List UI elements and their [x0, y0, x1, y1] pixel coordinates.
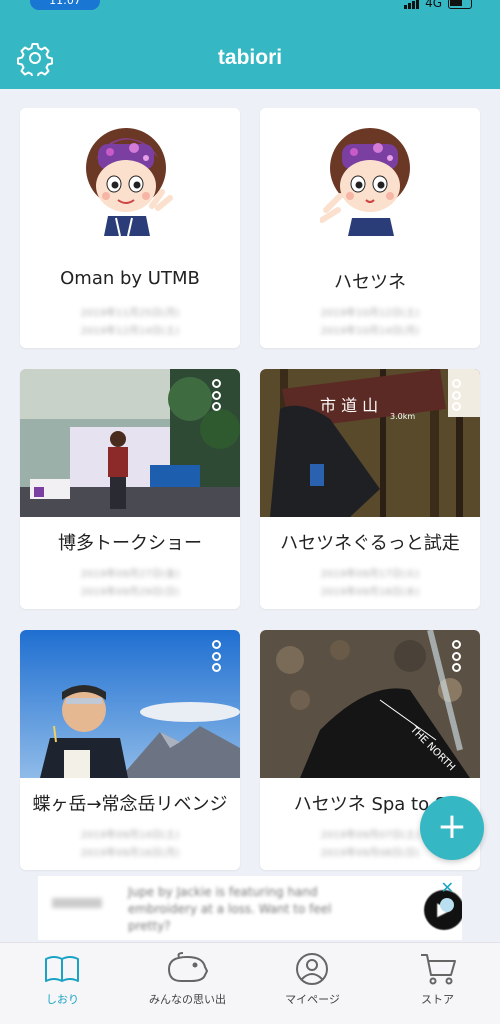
status-bar: 11:07 4G	[0, 0, 500, 12]
trip-title: ハセツネ	[334, 272, 406, 293]
trip-start-date: 2019年09月27日(金)	[80, 569, 180, 580]
trip-card[interactable]: 蝶ヶ岳→常念岳リベンジ 2019年09月14日(土) 2019年09月16日(月…	[20, 630, 240, 870]
trip-end-date: 2019年09月18日(水)	[320, 587, 420, 598]
tab-memories[interactable]: みんなの思い出	[125, 943, 250, 1024]
trip-card[interactable]: 博多トークショー 2019年09月27日(金) 2019年09月29日(日)	[20, 369, 240, 609]
ad-banner[interactable]: Jupe by Jackie is featuring hand embroid…	[38, 876, 462, 940]
trip-end-date: 2019年12月14日(土)	[80, 326, 180, 337]
ad-info-icon[interactable]	[440, 898, 454, 912]
plus-icon: +	[436, 806, 468, 847]
cart-icon	[421, 954, 456, 985]
ad-text: Jupe by Jackie is featuring hand embroid…	[128, 885, 332, 933]
trip-start-date: 2019年10月12日(土)	[320, 308, 420, 319]
app-header: tabiori	[0, 12, 500, 89]
app-title: tabiori	[217, 46, 283, 69]
tab-label: ストア	[421, 993, 454, 1006]
trip-title: 博多トークショー	[58, 533, 202, 554]
trip-title: 蝶ヶ岳→常念岳リベンジ	[32, 794, 228, 815]
trip-card[interactable]: 市 道 山 3.0km ハセツネぐるっと試走 2019年09月17日(火) 20…	[260, 369, 480, 609]
bottom-tab-bar: しおり みんなの思い出 マイページ ストア	[0, 942, 500, 1024]
tab-my-page[interactable]: マイページ	[250, 943, 375, 1024]
ad-logo	[52, 898, 102, 908]
tab-label: マイページ	[285, 993, 340, 1006]
tab-shiori[interactable]: しおり	[0, 943, 125, 1024]
trip-photo: 市 道 山 3.0km	[260, 369, 480, 517]
trip-card[interactable]: Oman by UTMB 2019年11月25日(月) 2019年12月14日(…	[20, 108, 240, 348]
card-menu-icon[interactable]	[450, 379, 462, 411]
trip-start-date: 2019年09月17日(火)	[320, 569, 420, 580]
trip-title: Oman by UTMB	[60, 268, 200, 289]
trip-end-date: 2019年10月14日(月)	[320, 326, 420, 337]
trip-title: ハセツネぐるっと試走	[280, 533, 460, 554]
status-indicators: 4G	[404, 0, 472, 10]
character-avatar-image	[320, 128, 410, 236]
piggy-bank-icon	[168, 952, 208, 982]
ad-close-icon[interactable]: ✕	[441, 878, 454, 897]
add-trip-button[interactable]: +	[420, 796, 484, 860]
trip-card[interactable]: ハセツネ 2019年10月12日(土) 2019年10月14日(月)	[260, 108, 480, 348]
trip-photo	[20, 369, 240, 517]
card-menu-icon[interactable]	[450, 640, 462, 672]
trip-end-date: 2019年09月29日(日)	[80, 587, 180, 598]
user-icon	[296, 953, 328, 985]
trip-end-date: 2019年09月16日(月)	[80, 848, 180, 859]
trip-photo: THE NORTH	[260, 630, 480, 778]
tab-store[interactable]: ストア	[375, 943, 500, 1024]
trip-photo	[20, 630, 240, 778]
battery-icon	[448, 0, 472, 9]
svg-text:市 道 山: 市 道 山	[320, 396, 378, 415]
tab-label: みんなの思い出	[149, 993, 226, 1006]
character-avatar-image	[86, 128, 173, 236]
svg-text:3.0km: 3.0km	[390, 412, 415, 421]
status-time: 11:07	[30, 0, 100, 10]
trip-start-date: 2019年11月25日(月)	[80, 308, 180, 319]
trip-start-date: 2019年09月14日(土)	[80, 830, 180, 841]
card-menu-icon[interactable]	[210, 379, 222, 411]
card-menu-icon[interactable]	[210, 640, 222, 672]
signal-icon	[404, 0, 420, 9]
network-label: 4G	[425, 0, 442, 10]
tab-label: しおり	[46, 993, 79, 1006]
book-icon	[45, 956, 79, 982]
